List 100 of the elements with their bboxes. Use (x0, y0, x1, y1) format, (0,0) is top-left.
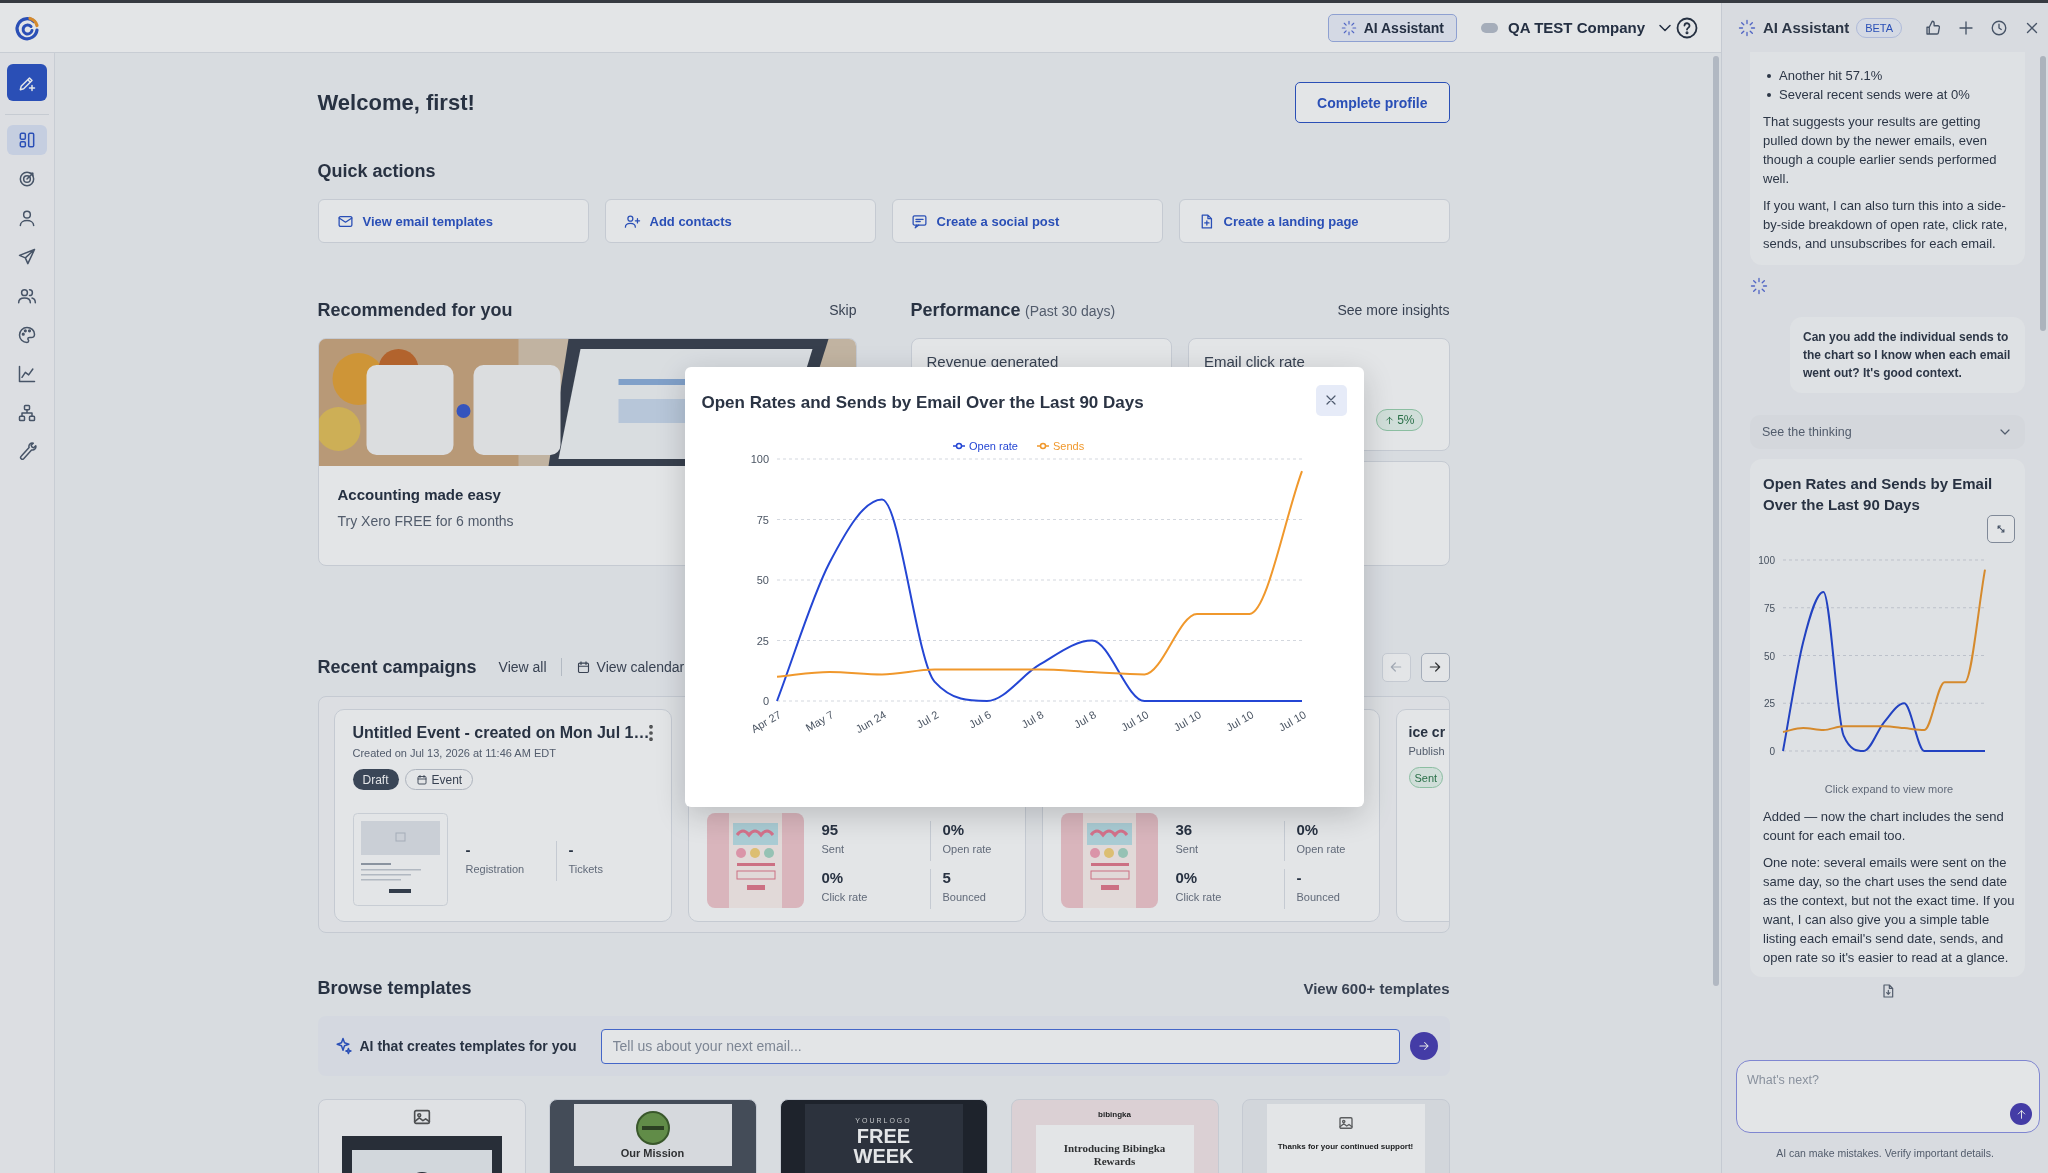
ai-assistant-button[interactable]: AI Assistant (1327, 13, 1458, 42)
stat-value: 0% (942, 821, 966, 838)
stat-value: - (568, 841, 575, 858)
company-selector[interactable]: QA TEST Company (1481, 17, 1675, 38)
stat-value: - (465, 841, 472, 858)
calendar-icon (415, 773, 428, 786)
campaign-title: Untitled Event - created on Mon Jul 1… (352, 724, 650, 742)
welcome-heading: Welcome, first! (317, 89, 475, 116)
arrow-left-icon (1388, 659, 1404, 675)
legend-label: Open rate (968, 439, 1018, 452)
tag-label: Sent (1414, 771, 1438, 784)
template-card[interactable]: Our Mission (548, 1099, 757, 1173)
axis-tick-label: 50 (756, 573, 769, 586)
template-card[interactable]: Thanks for your continued support! (1241, 1099, 1450, 1173)
stat-label: Bounced (942, 891, 987, 903)
metric-label: Revenue generated (926, 353, 1060, 370)
axis-tick-label: Apr 27 (748, 707, 783, 735)
view-templates-link[interactable]: View 600+ templates (1303, 979, 1450, 997)
beta-badge: BETA (1856, 17, 1903, 38)
feedback-button[interactable] (1924, 18, 1943, 37)
panel-title: AI Assistant (1763, 19, 1850, 36)
stat-value: 0% (821, 869, 845, 886)
template-heading: Our Mission (620, 1146, 685, 1160)
submit-button[interactable] (1409, 1032, 1438, 1060)
message-text: That suggests your results are getting pulled down by the newer emails, even though a couple earlier sends performed well. (1763, 113, 1998, 188)
campaign-card[interactable]: ice cr Publish Sent (1395, 709, 1449, 922)
template-heading: Introducing Bibingka Rewards (1062, 1142, 1167, 1168)
stat-label: Bounced (1296, 891, 1341, 903)
campaign-date: Created on Jul 13, 2026 at 11:46 AM EDT (352, 747, 557, 759)
template-brand: bibingka (1098, 1110, 1131, 1119)
view-calendar-link[interactable]: View calendar (575, 659, 685, 675)
company-avatar (1481, 22, 1499, 33)
bullet-icon (1767, 73, 1771, 78)
message-text: One note: several emails were sent on the same day, so the chart uses the send date as the context, but not the exact time. If you want, I can also give you a simple table listing each email's send date, sends, and open rate so it's easier to read at a glance. (1763, 854, 2015, 967)
clock-icon (1990, 18, 2009, 37)
insights-link[interactable]: See more insights (1337, 302, 1450, 318)
template-heading: FREE WEEK (852, 1126, 915, 1166)
quick-action-button[interactable]: Create a social post (891, 199, 1163, 243)
thumbs-up-icon (1924, 18, 1943, 37)
card-subtitle: Try Xero FREE for 6 months (337, 513, 514, 529)
arrow-up-icon (1384, 414, 1396, 426)
axis-tick-label: 25 (1763, 698, 1775, 710)
calendar-icon (575, 659, 591, 675)
stat-value: 36 (1175, 821, 1194, 838)
stat-label: Registration (465, 863, 526, 875)
axis-tick-label: Jul 10 (1276, 707, 1308, 733)
people-icon (17, 286, 37, 306)
create-button[interactable] (7, 64, 47, 101)
bullet-icon (1767, 92, 1771, 97)
metric-label: Email click rate (1204, 353, 1306, 370)
image-icon (1336, 1114, 1355, 1132)
view-all-link[interactable]: View all (498, 659, 547, 675)
template-card[interactable] (317, 1099, 526, 1173)
stat-label: Sent (821, 843, 846, 855)
campaign-card[interactable]: Untitled Event - created on Mon Jul 1… Created on Jul 13, 2026 at 11:46 AM EDT Draft Event - Registration - Tickets (333, 709, 672, 922)
expand-icon (1994, 522, 2008, 536)
nav-item[interactable] (7, 125, 47, 155)
stat-value: 0% (1175, 869, 1199, 886)
axis-tick-label: 100 (1758, 555, 1775, 566)
dashboard-icon (17, 130, 37, 150)
axis-tick-label: Jul 10 (1223, 707, 1255, 733)
quick-action-button[interactable]: View email templates (317, 199, 589, 243)
section-heading: Performance (910, 300, 1021, 320)
period-label: (Past 30 days) (1025, 303, 1116, 319)
history-button[interactable] (1990, 18, 2009, 37)
disclaimer: AI can make mistakes. Verify important details. (1775, 1147, 1995, 1159)
section-heading: Recent campaigns (317, 656, 477, 679)
target-icon (17, 169, 37, 189)
axis-tick-label: Jul 6 (966, 707, 993, 730)
axis-tick-label: Jul 2 (913, 707, 940, 730)
scrollbar[interactable] (2040, 56, 2046, 331)
expand-button[interactable] (1987, 515, 2015, 543)
skip-link[interactable]: Skip (829, 302, 857, 318)
prompt-field[interactable]: Tell us about your next email... (600, 1028, 1400, 1064)
message-field[interactable]: What's next? (1736, 1060, 2040, 1133)
sparkle-icon (1738, 18, 1756, 37)
scrollbar[interactable] (1713, 56, 1719, 986)
stat-value: 5 (942, 869, 952, 886)
section-heading: Quick actions (317, 160, 437, 183)
stat-label: Open rate (942, 843, 993, 855)
template-card[interactable]: bibingka Introducing Bibingka Rewards (1010, 1099, 1219, 1173)
axis-tick-label: 25 (756, 634, 769, 646)
new-chat-button[interactable] (1957, 18, 1976, 37)
send-icon (17, 247, 37, 267)
arrow-right-icon (1427, 659, 1443, 675)
complete-profile-button[interactable]: Complete profile (1295, 82, 1450, 123)
chart-icon (17, 364, 37, 384)
quick-action-button[interactable]: Add contacts (604, 199, 876, 243)
plus-icon (1957, 18, 1976, 37)
thinking-toggle[interactable]: See the thinking (1750, 415, 2025, 449)
quick-action-button[interactable]: Create a landing page (1178, 199, 1450, 243)
axis-tick-label: 0 (1769, 746, 1775, 757)
palette-icon (17, 325, 37, 345)
next-button[interactable] (1420, 652, 1450, 682)
message-text: Added — now the chart includes the send count for each email too. (1763, 808, 2005, 845)
ai-template-label: AI that creates templates for you (359, 1038, 577, 1054)
more-icon[interactable] (649, 725, 654, 741)
user-message: Can you add the individual sends to the chart so I know when each email went out? It's good context. (1790, 317, 2025, 393)
axis-tick-label: 75 (756, 513, 769, 525)
template-heading: Thanks for your continued support! (1277, 1142, 1414, 1152)
